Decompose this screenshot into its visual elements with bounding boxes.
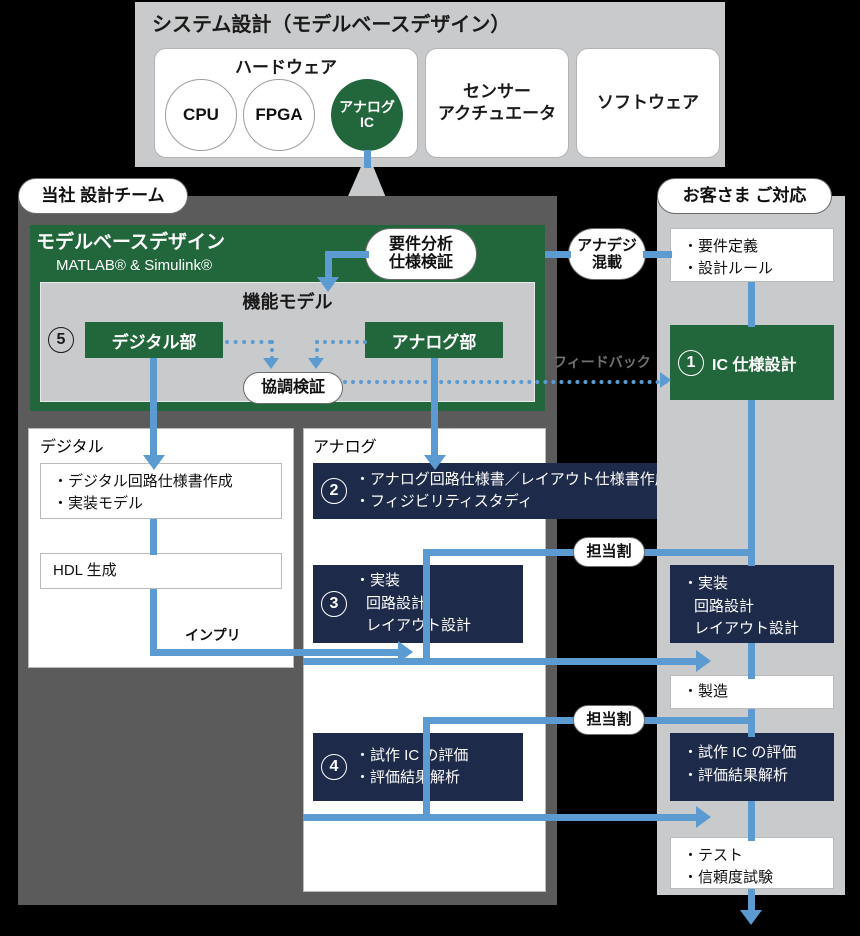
connector-req-down	[325, 251, 332, 279]
customer-req-line-2: ・設計ルール	[683, 259, 774, 277]
customer-test-box: ・テスト ・信頼度試験	[670, 837, 834, 889]
connector-assign2-left	[423, 717, 578, 724]
connector-box4-to-cust	[303, 814, 703, 821]
customer-impl-line-3: レイアウト設計	[694, 620, 800, 637]
connector-feedback-dotted	[343, 380, 668, 384]
assign-pill-2: 担当割	[573, 705, 645, 735]
connector-box3-to-cust	[303, 658, 703, 665]
requirement-analysis-pill: 要件分析 仕様検証	[365, 228, 477, 280]
hardware-label: ハードウェア	[235, 58, 337, 77]
fpga-block: FPGA	[243, 79, 315, 151]
anadeji-mixed-pill: アナデジ 混載	[568, 228, 646, 280]
connector-assign1-left	[423, 549, 578, 556]
cpu-block: CPU	[165, 79, 237, 151]
customer-impl-line-1: ・実装	[683, 575, 729, 592]
step-4-line-2: ・評価結果解析	[355, 769, 461, 786]
digital-panel-head: デジタル	[40, 439, 104, 456]
step-5-number: 5	[48, 327, 74, 353]
connector-digital-arrowhead	[143, 455, 165, 470]
analog-step-3-box: 3 ・実装 回路設計 レイアウト設計	[313, 565, 523, 643]
connector-cust-req-down	[748, 282, 755, 327]
step-1-label: IC 仕様設計	[712, 356, 797, 374]
connector-assign2-down-left	[423, 717, 430, 821]
analog-ic-block: アナログ IC	[331, 79, 403, 151]
mbd-title: モデルベースデザイン	[36, 232, 226, 253]
hdl-generation-box: HDL 生成	[40, 553, 282, 589]
connector-anadeji-left	[545, 251, 571, 258]
connector-assign2-right	[641, 717, 751, 724]
connector-analog-coop-down	[315, 340, 319, 360]
connector-eval-test	[748, 801, 755, 841]
step-3-number: 3	[321, 591, 347, 617]
connector-analog-part-down	[431, 358, 438, 465]
digital-spec-line-1: ・デジタル回路仕様書作成	[53, 473, 233, 490]
digital-spec-box: ・デジタル回路仕様書作成 ・実装モデル	[40, 463, 282, 519]
step-3-line-3: レイアウト設計	[366, 617, 472, 635]
customer-eval-line-1: ・試作 IC の評価	[683, 744, 797, 761]
customer-requirements-box: ・要件定義 ・設計ルール	[670, 228, 834, 282]
connector-box3-arrowhead	[696, 650, 711, 672]
customer-impl-line-2: 回路設計	[694, 597, 755, 615]
our-team-pill: 当社 設計チーム	[18, 178, 188, 214]
analog-panel-head: アナログ	[313, 439, 377, 456]
customer-eval-line-2: ・評価結果解析	[683, 766, 789, 784]
connector-hdl-down	[150, 589, 157, 656]
customer-manufacture-box: ・製造	[670, 675, 834, 709]
step-3-line-2: 回路設計	[366, 594, 427, 612]
sensor-actuator-label: センサー アクチュエータ	[437, 81, 557, 123]
customer-req-line-1: ・要件定義	[683, 238, 759, 255]
step-3-line-1: ・実装	[355, 572, 401, 590]
software-label: ソフトウェア	[597, 92, 699, 112]
customer-test-line-1: ・テスト	[683, 847, 744, 864]
connector-req-arrowhead	[317, 277, 339, 292]
feedback-label: フィードバック	[553, 354, 651, 370]
connector-anadeji-right	[643, 251, 672, 258]
analog-step-4-box: 4 ・試作 IC の評価 ・評価結果解析	[313, 733, 523, 801]
connector-assign1-right	[641, 549, 751, 556]
customer-step-1-box: 1 IC 仕様設計	[670, 325, 834, 400]
system-design-title: システム設計（モデルベースデザイン）	[152, 14, 511, 36]
connector-aic-down	[364, 150, 371, 168]
connector-impl-mfg	[748, 643, 755, 679]
customer-pill: お客さま ご対応	[657, 178, 832, 214]
step-4-number: 4	[321, 754, 347, 780]
functional-model-label: 機能モデル	[242, 292, 333, 312]
connector-assign1-down-left	[423, 549, 430, 665]
assign-pill-1: 担当割	[573, 537, 645, 567]
customer-implementation-box: ・実装 回路設計 レイアウト設計	[670, 565, 834, 643]
connector-analog-arrowhead	[424, 455, 446, 470]
connector-spec-hdl	[150, 519, 157, 555]
connector-step1-down	[748, 400, 755, 566]
connector-impl-right	[150, 649, 405, 656]
connector-final-arrowhead	[740, 910, 762, 925]
connector-digital-coop-down	[270, 340, 274, 360]
connector-digital-coop-arrowhead	[263, 358, 279, 369]
mbd-subtitle: MATLAB® & Simulink®	[56, 257, 213, 274]
implementation-label: インプリ	[185, 627, 241, 643]
digital-spec-line-2: ・実装モデル	[53, 494, 144, 512]
connector-feedback-arrowhead	[660, 372, 671, 388]
step-1-number: 1	[678, 349, 704, 376]
analog-part-box: アナログ部	[365, 322, 503, 358]
connector-digital-part-down	[150, 358, 157, 465]
analog-ic-label: アナログ IC	[339, 99, 395, 130]
step-4-line-1: ・試作 IC の評価	[355, 746, 469, 764]
diagram-canvas: システム設計（モデルベースデザイン） ハードウェア CPU FPGA アナログ I…	[0, 0, 860, 936]
customer-test-line-2: ・信頼度試験	[683, 868, 774, 886]
connector-analog-coop-arrowhead	[308, 358, 324, 369]
step-2-number: 2	[321, 478, 347, 504]
coop-verification-pill: 協調検証	[243, 372, 343, 404]
connector-analog-coop-dotted	[315, 340, 367, 344]
connector-box4-arrowhead	[696, 806, 711, 828]
digital-part-box: デジタル部	[85, 322, 223, 358]
customer-evaluation-box: ・試作 IC の評価 ・評価結果解析	[670, 733, 834, 801]
connector-digital-coop-dotted	[225, 340, 272, 344]
